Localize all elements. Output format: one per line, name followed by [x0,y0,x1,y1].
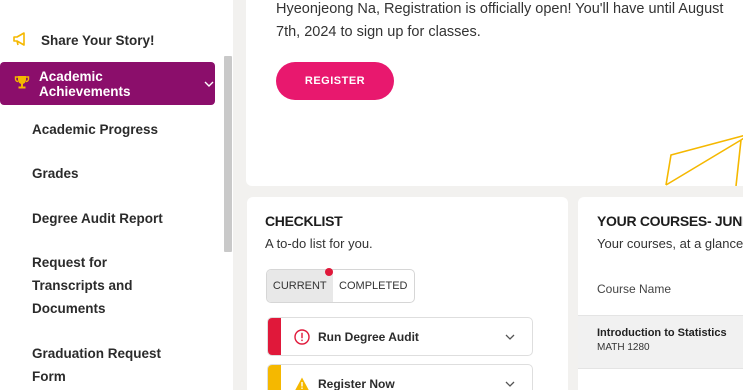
sidebar-item-academic-achievements[interactable]: Academic Achievements [0,62,215,105]
sidebar-item-grades[interactable]: Grades [32,162,202,185]
course-name: Introduction to Statistics [597,327,727,339]
chevron-down-icon [203,76,215,91]
trophy-icon [14,74,30,93]
course-code: MATH 1280 [597,342,650,353]
courses-title: YOUR COURSES- JUNE 2024 [597,213,743,229]
checklist-title: CHECKLIST [265,213,343,229]
decorative-lines-icon [665,134,743,186]
chevron-down-icon [504,328,516,346]
sidebar: Share Your Story! Academic Achievements … [0,0,233,390]
sidebar-item-request-transcripts[interactable]: Request for Transcripts and Documents [32,251,152,320]
sidebar-item-graduation-request[interactable]: Graduation Request Form [32,342,182,388]
courses-subtitle: Your courses, at a glance. [597,236,743,251]
alert-circle-icon [294,328,310,345]
tab-current[interactable]: CURRENT [267,268,333,302]
register-button[interactable]: REGISTER [276,62,394,100]
sidebar-item-degree-audit-report[interactable]: Degree Audit Report [32,207,202,230]
checklist-card: CHECKLIST A to-do list for you. CURRENT … [247,197,568,390]
task-run-degree-audit[interactable]: Run Degree Audit [267,317,533,356]
registration-banner: Hyeonjeong Na, Registration is officiall… [246,0,743,186]
column-header-course-name: Course Name [597,282,672,296]
task-label: Register Now [318,376,395,390]
warning-triangle-icon [294,376,310,390]
registration-message: Hyeonjeong Na, Registration is officiall… [276,1,724,40]
sidebar-scrollbar[interactable] [224,56,232,252]
sidebar-item-label: Share Your Story! [41,32,155,48]
sidebar-item-label: Academic Achievements [39,68,131,99]
sidebar-item-academic-progress[interactable]: Academic Progress [32,118,202,141]
checklist-tab-toggle: CURRENT COMPLETED [266,268,415,303]
courses-card: YOUR COURSES- JUNE 2024 Your courses, at… [578,197,743,390]
tab-completed[interactable]: COMPLETED [333,270,414,302]
table-row[interactable]: Introduction to Statistics MATH 1280 [578,315,743,369]
notification-dot [324,268,333,276]
task-status-bar [268,318,281,355]
megaphone-icon [12,31,30,50]
task-status-bar [268,365,281,390]
task-register-now[interactable]: Register Now [267,364,533,390]
tab-label: CURRENT [272,280,327,292]
tab-label: COMPLETED [339,280,408,292]
checklist-subtitle: A to-do list for you. [265,236,373,251]
task-label: Run Degree Audit [318,329,419,344]
chevron-down-icon [504,375,516,390]
sidebar-item-share-your-story[interactable]: Share Your Story! [0,26,222,54]
